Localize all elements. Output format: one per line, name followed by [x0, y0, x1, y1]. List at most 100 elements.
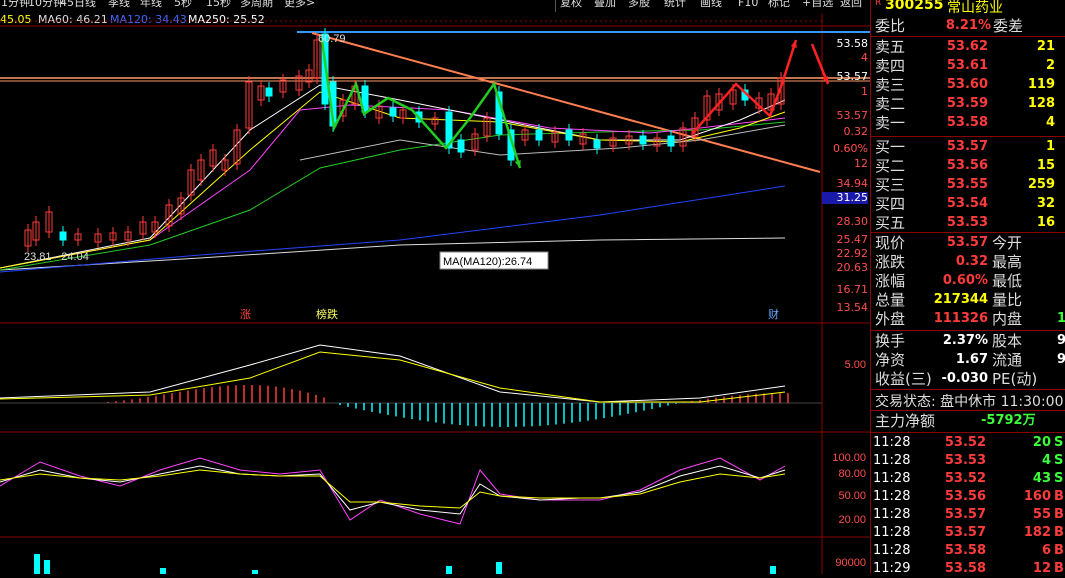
level-volume: 15: [1036, 158, 1055, 173]
quote-label: 总量: [875, 291, 906, 309]
kdj-d-line: [0, 469, 786, 509]
level-price: 53.53: [946, 215, 988, 230]
quote-label: 现价: [875, 234, 906, 252]
stock-code: 300255: [885, 0, 944, 13]
volume-bar: [160, 568, 166, 574]
macd-axis-tick: 5.00: [845, 359, 866, 371]
kline-chart[interactable]: MA(MA120):26.74 60.79 23.81 - 24.04 涨 榜跌…: [0, 0, 870, 574]
tick-side: B: [1054, 507, 1064, 522]
volume-axis-tick: 90000: [835, 557, 866, 569]
candle-body: [639, 135, 647, 145]
stats-value: 2.37%: [942, 333, 988, 348]
stats-right-label: 流通: [992, 351, 1023, 369]
ma60-line: [0, 121, 786, 271]
tick-side: S: [1054, 471, 1064, 486]
weibi-value: 8.21%: [945, 18, 991, 33]
stats-label: 换手: [875, 332, 906, 350]
stats-value: -0.030: [941, 371, 988, 386]
level-label: 卖三: [875, 76, 906, 94]
tick-time: 11:28: [873, 525, 911, 540]
ma120-line: [0, 185, 786, 273]
ask-row[interactable]: 卖一 53.58 4: [871, 114, 1065, 133]
trade-status: 交易状态: 盘中休市 11:30:00: [875, 394, 1064, 410]
quote-row: 涨跌 0.32 最高: [871, 253, 1065, 272]
tick-time: 11:29: [873, 561, 911, 576]
tick-row: 11:28 53.56 160 B: [871, 488, 1065, 506]
volume-panel: [34, 554, 776, 574]
price-axis-tick: 34.94: [836, 177, 869, 190]
level-volume: 128: [1027, 96, 1055, 111]
ma-tooltip-text: MA(MA120):26.74: [443, 256, 532, 268]
stats-value: 1.67: [955, 352, 988, 367]
tick-price: 53.58: [944, 543, 986, 558]
tick-side: B: [1054, 543, 1064, 558]
level-label: 卖五: [875, 38, 906, 56]
tick-price: 53.56: [944, 489, 986, 504]
tick-side: B: [1054, 525, 1064, 540]
bid-row[interactable]: 买五 53.53 16: [871, 214, 1065, 233]
quote-right-label: 今开: [992, 234, 1023, 252]
tick-row: 11:28 53.57 55 B: [871, 506, 1065, 524]
level-volume: 4: [1045, 115, 1055, 130]
candle-body: [265, 87, 273, 97]
level-volume: 16: [1036, 215, 1055, 230]
tick-time: 11:28: [873, 471, 911, 486]
kdj-axis-tick-100: 100.00: [832, 452, 866, 464]
ma250-line: [0, 237, 786, 271]
tick-row: 11:28 53.57 182 B: [871, 524, 1065, 542]
green-wave-arrow-head: [514, 160, 521, 168]
stats-row: 换手 2.37% 股本 9: [871, 332, 1065, 351]
ask-row[interactable]: 卖四 53.61 2: [871, 57, 1065, 76]
tick-time: 11:28: [873, 489, 911, 504]
stats-row: 收益(三) -0.030 PE(动): [871, 370, 1065, 389]
volume-bar: [770, 566, 776, 574]
price-axis-tick: 1: [861, 85, 868, 98]
level-price: 53.54: [946, 196, 988, 211]
red-wave-arrow-head: [790, 40, 797, 48]
tick-volume: 182: [1023, 525, 1051, 540]
candle-body: [535, 129, 543, 141]
level-label: 买二: [875, 157, 906, 175]
level-label: 卖一: [875, 114, 906, 132]
candle-body: [457, 139, 465, 153]
tick-volume: 6: [1041, 543, 1051, 558]
event-marker-zhang: 涨: [240, 308, 251, 321]
level-price: 53.59: [946, 96, 988, 111]
macd-dif-line: [0, 344, 786, 403]
price-axis-tick: 13.54: [836, 301, 869, 314]
tick-side: B: [1054, 489, 1064, 504]
event-marker-cai: 财: [768, 307, 779, 321]
level-label: 买一: [875, 138, 906, 156]
tick-time: 11:28: [873, 453, 911, 468]
price-axis-tick: 20.63: [836, 261, 869, 274]
volume-bar: [446, 566, 452, 574]
stats-right-value: 9: [1056, 352, 1065, 367]
ask-row[interactable]: 卖二 53.59 128: [871, 95, 1065, 114]
bid-row[interactable]: 买二 53.56 15: [871, 157, 1065, 176]
bid-row[interactable]: 买一 53.57 1: [871, 138, 1065, 157]
candle-body: [389, 107, 397, 117]
tick-price: 53.57: [944, 525, 986, 540]
bid-row[interactable]: 买四 53.54 32: [871, 195, 1065, 214]
main-flow-label: 主力净额: [875, 412, 936, 430]
bid-row[interactable]: 买三 53.55 259: [871, 176, 1065, 195]
quote-right-value: 1: [1056, 311, 1065, 326]
level-label: 卖二: [875, 95, 906, 113]
main-flow-value: -5792万: [981, 413, 1036, 428]
level-price: 53.58: [946, 115, 988, 130]
price-axis-tick: 16.71: [836, 283, 869, 296]
price-axis-tick: 0.60%: [833, 142, 868, 155]
macd-panel: [0, 344, 822, 427]
quote-value: 111326: [933, 311, 988, 326]
candle-body: [59, 231, 67, 241]
ask-row[interactable]: 卖五 53.62 21: [871, 38, 1065, 57]
level-price: 53.62: [946, 39, 988, 54]
price-axis-tick: 12: [854, 157, 868, 170]
ask-row[interactable]: 卖三 53.60 119: [871, 76, 1065, 95]
quote-label: 涨跌: [875, 253, 906, 271]
tick-time: 11:28: [873, 507, 911, 522]
stock-badge: R: [875, 0, 882, 8]
level-price: 53.61: [946, 58, 988, 73]
tick-price: 53.58: [944, 561, 986, 576]
quote-row: 涨幅 0.60% 最低: [871, 272, 1065, 291]
